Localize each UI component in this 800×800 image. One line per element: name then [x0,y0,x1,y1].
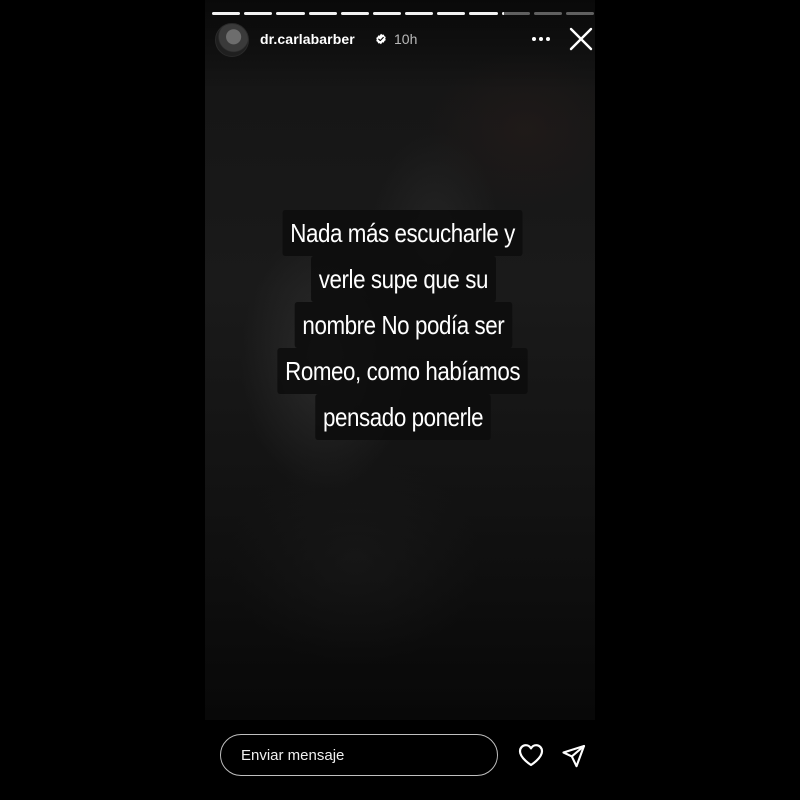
progress-segment-fill [212,12,241,15]
progress-segment [565,12,595,15]
verified-icon [376,33,386,45]
story-timestamp: 10h [394,31,418,47]
story-caption: Nada más escucharle y verle supe que su … [212,210,594,440]
caption-line: nombre No podía ser [294,302,512,348]
progress-segment [533,12,562,15]
progress-segment-fill [501,12,505,15]
caption-line: Nada más escucharle y [282,210,524,256]
caption-line: verle supe que su [310,256,496,302]
progress-segment [244,12,273,15]
send-icon[interactable] [561,743,587,769]
progress-segment [372,12,402,15]
progress-segment-fill [244,12,273,15]
progress-segment [405,12,434,15]
progress-segment-fill [372,12,402,15]
progress-segment-fill [469,12,498,15]
progress-segment-fill [437,12,466,15]
progress-segment [308,12,337,15]
progress-segment-fill [405,12,434,15]
progress-segment [469,12,498,15]
progress-segment [212,12,241,15]
progress-segment-fill [340,12,369,15]
story-viewer: dr.carlabarber 10h Nada más escucharle y… [0,0,800,800]
progress-segment [340,12,369,15]
more-options-icon[interactable] [530,31,552,47]
progress-segment [437,12,466,15]
avatar[interactable] [215,23,249,57]
progress-segment-fill [276,12,305,15]
message-input[interactable] [220,734,498,776]
close-icon[interactable] [569,27,593,51]
caption-line: Romeo, como habíamos [277,348,529,394]
heart-icon[interactable] [518,743,544,767]
story-header: dr.carlabarber 10h [212,22,600,58]
caption-line: pensado ponerle [315,394,491,440]
progress-segment-fill [308,12,337,15]
progress-segment [276,12,305,15]
story-progress-bar [212,12,595,15]
username[interactable]: dr.carlabarber [260,31,355,47]
progress-segment [501,12,530,15]
